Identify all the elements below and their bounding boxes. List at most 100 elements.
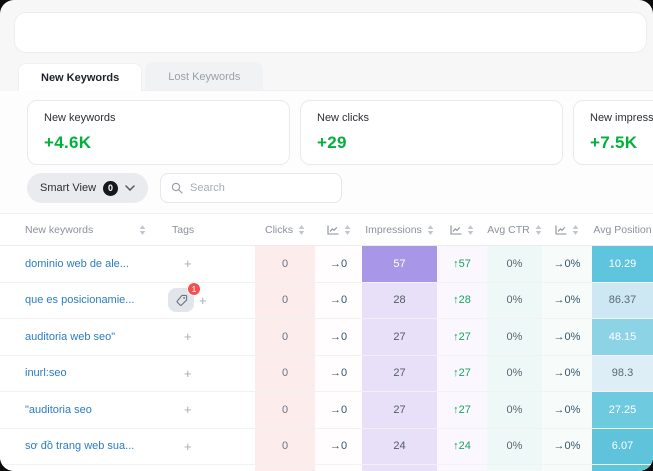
stat-value: +7.5K bbox=[590, 133, 653, 153]
impressions-change-value: ↑27 bbox=[453, 367, 471, 379]
keyword-link[interactable]: inurl:seo bbox=[25, 367, 67, 379]
keyword-cell: sơ đồ trang web sua... bbox=[0, 429, 160, 465]
add-tag-button[interactable]: + bbox=[184, 366, 192, 381]
sort-icon[interactable] bbox=[139, 225, 146, 235]
smart-view-dropdown[interactable]: Smart View 0 bbox=[27, 173, 148, 203]
tags-cell: + bbox=[160, 319, 255, 355]
clicks-change-cell: →0 bbox=[315, 283, 362, 319]
keyword-link[interactable]: auditoria web seo" bbox=[25, 331, 115, 343]
position-value: 27.25 bbox=[609, 404, 637, 416]
keyword-link[interactable]: dominio web de ale... bbox=[25, 258, 129, 270]
impressions-change-cell: ↑27 bbox=[437, 392, 487, 428]
tags-cell: + bbox=[160, 429, 255, 465]
impressions-cell: 27 bbox=[362, 319, 437, 355]
stat-label: New clicks bbox=[317, 112, 546, 124]
filter-row: Smart View 0 bbox=[27, 173, 653, 203]
clicks-value: 0 bbox=[282, 294, 288, 306]
tags-cell: + bbox=[160, 246, 255, 282]
clicks-change-value: →0 bbox=[330, 404, 347, 416]
impressions-value: 27 bbox=[393, 367, 405, 379]
keyword-link[interactable]: sơ đồ trang web sua... bbox=[25, 440, 134, 452]
header-impressions[interactable]: Impressions bbox=[362, 214, 437, 245]
add-tag-button[interactable]: + bbox=[199, 293, 207, 308]
keyword-cell: inurl:seo bbox=[0, 356, 160, 392]
clicks-value: 0 bbox=[282, 331, 288, 343]
header-avg-ctr[interactable]: Avg CTR bbox=[487, 214, 542, 245]
clicks-cell: 0 bbox=[255, 319, 315, 355]
header-tags[interactable]: Tags bbox=[160, 214, 255, 245]
ctr-cell: 0% bbox=[487, 429, 542, 465]
clicks-change-cell bbox=[315, 465, 362, 471]
ctr-change-value: →0% bbox=[554, 440, 581, 452]
tag-chip[interactable]: 1 bbox=[168, 288, 194, 312]
ctr-cell: 0% bbox=[487, 319, 542, 355]
add-tag-button[interactable]: + bbox=[184, 402, 192, 417]
sort-icon[interactable] bbox=[344, 225, 351, 235]
clicks-cell: 0 bbox=[255, 356, 315, 392]
impressions-cell: 28 bbox=[362, 283, 437, 319]
add-tag-button[interactable]: + bbox=[184, 256, 192, 271]
position-cell: 86.37 bbox=[592, 283, 653, 319]
position-value: 48.15 bbox=[609, 331, 637, 343]
impressions-cell: 27 bbox=[362, 356, 437, 392]
clicks-change-cell: →0 bbox=[315, 246, 362, 282]
header-avg-position[interactable]: Avg Position bbox=[592, 214, 653, 245]
stat-value: +4.6K bbox=[44, 133, 273, 153]
search-icon bbox=[171, 182, 183, 194]
add-tag-button[interactable]: + bbox=[184, 439, 192, 454]
tab-new-keywords[interactable]: New Keywords bbox=[18, 63, 142, 91]
impressions-change-value: ↑27 bbox=[453, 404, 471, 416]
position-cell: 10.29 bbox=[592, 246, 653, 282]
stat-value: +29 bbox=[317, 133, 546, 153]
clicks-cell: 0 bbox=[255, 246, 315, 282]
table-row: inurl:seo + 0 →0 27 ↑27 0% →0% 98.3 bbox=[0, 356, 653, 393]
ctr-change-value: →0% bbox=[554, 404, 581, 416]
stat-card-new-keywords: New keywords +4.6K bbox=[27, 100, 290, 165]
header-label: Avg CTR bbox=[487, 224, 529, 236]
header-label: Impressions bbox=[365, 224, 422, 236]
table-row: "auditoria seo + 0 →0 27 ↑27 0% →0% 27.2… bbox=[0, 392, 653, 429]
tags-cell: 1 + bbox=[160, 283, 255, 319]
header-clicks-trend[interactable] bbox=[315, 214, 362, 245]
header-new-keywords[interactable]: New keywords bbox=[0, 214, 160, 245]
sort-icon[interactable] bbox=[572, 225, 579, 235]
keyword-link[interactable]: que es posicionamie... bbox=[25, 294, 134, 306]
ctr-cell bbox=[487, 465, 542, 471]
search-box[interactable] bbox=[160, 173, 342, 203]
tags-cell: + bbox=[160, 356, 255, 392]
table-row bbox=[0, 465, 653, 471]
clicks-value: 0 bbox=[282, 440, 288, 452]
clicks-cell: 0 bbox=[255, 429, 315, 465]
tab-bar: New Keywords Lost Keywords bbox=[18, 62, 653, 91]
table-row: sơ đồ trang web sua... + 0 →0 24 ↑24 0% … bbox=[0, 429, 653, 466]
ctr-change-value: →0% bbox=[554, 331, 581, 343]
line-chart-icon bbox=[327, 225, 339, 235]
sort-icon[interactable] bbox=[467, 225, 474, 235]
position-value: 10.29 bbox=[609, 258, 637, 270]
add-tag-button[interactable]: + bbox=[184, 329, 192, 344]
clicks-change-value: →0 bbox=[330, 331, 347, 343]
clicks-cell: 0 bbox=[255, 283, 315, 319]
header-clicks[interactable]: Clicks bbox=[255, 214, 315, 245]
clicks-value: 0 bbox=[282, 404, 288, 416]
clicks-change-cell: →0 bbox=[315, 356, 362, 392]
impressions-value: 27 bbox=[393, 404, 405, 416]
keyword-cell: que es posicionamie... bbox=[0, 283, 160, 319]
tab-lost-keywords[interactable]: Lost Keywords bbox=[145, 62, 263, 90]
sort-icon[interactable] bbox=[427, 225, 434, 235]
tab-lost-keywords-label: Lost Keywords bbox=[168, 71, 240, 83]
position-cell: 27.25 bbox=[592, 392, 653, 428]
search-input[interactable] bbox=[190, 182, 320, 194]
smart-view-count-badge: 0 bbox=[103, 181, 118, 196]
keyword-link[interactable]: "auditoria seo bbox=[25, 404, 92, 416]
clicks-change-cell: →0 bbox=[315, 319, 362, 355]
impressions-change-cell bbox=[437, 465, 487, 471]
header-ctr-trend[interactable] bbox=[542, 214, 592, 245]
tag-icon bbox=[175, 294, 188, 307]
sort-icon[interactable] bbox=[535, 225, 542, 235]
tags-cell: + bbox=[160, 392, 255, 428]
position-value: 86.37 bbox=[609, 294, 637, 306]
header-impressions-trend[interactable] bbox=[437, 214, 487, 245]
sort-icon[interactable] bbox=[298, 225, 305, 235]
clicks-change-value: →0 bbox=[330, 367, 347, 379]
